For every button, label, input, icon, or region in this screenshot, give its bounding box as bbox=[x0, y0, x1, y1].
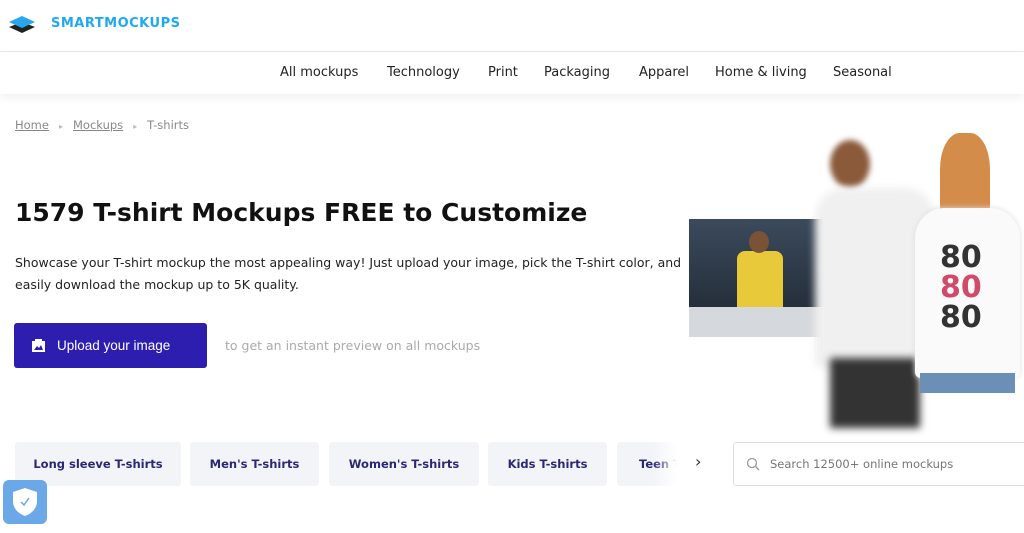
chip-teen[interactable]: Teen T-shirts bbox=[617, 442, 677, 486]
chip-mens[interactable]: Men's T-shirts bbox=[190, 442, 319, 486]
separator-icon: ▸ bbox=[58, 122, 63, 131]
nav-seasonal[interactable]: Seasonal bbox=[833, 65, 892, 80]
search-box bbox=[733, 442, 1024, 486]
image-icon bbox=[32, 339, 45, 352]
upload-hint: to get an instant preview on all mockups bbox=[225, 338, 481, 353]
breadcrumb-home[interactable]: Home bbox=[15, 118, 49, 132]
page-description: Showcase your T-shirt mockup the most ap… bbox=[15, 255, 682, 292]
nav-apparel[interactable]: Apparel bbox=[639, 65, 689, 80]
search-icon bbox=[746, 457, 760, 471]
upload-image-button[interactable]: Upload your image bbox=[14, 323, 207, 368]
shield-check-icon bbox=[13, 488, 37, 516]
chevron-right-icon[interactable]: › bbox=[695, 452, 701, 471]
top-bar: SMARTMOCKUPS bbox=[0, 0, 1024, 52]
logo-icon[interactable] bbox=[8, 14, 36, 36]
chip-womens[interactable]: Women's T-shirts bbox=[329, 442, 479, 486]
privacy-shield-button[interactable] bbox=[3, 480, 47, 524]
nav-print[interactable]: Print bbox=[488, 65, 518, 80]
chip-kids[interactable]: Kids T-shirts bbox=[488, 442, 607, 486]
main-nav: All mockups Technology Print Packaging A… bbox=[0, 52, 1024, 94]
nav-packaging[interactable]: Packaging bbox=[544, 65, 610, 80]
breadcrumb-mockups[interactable]: Mockups bbox=[73, 118, 123, 132]
breadcrumb-current: T-shirts bbox=[147, 118, 189, 132]
hero-photo-models: 80 80 80 bbox=[810, 128, 1024, 428]
nav-all-mockups[interactable]: All mockups bbox=[280, 65, 358, 80]
search-input[interactable] bbox=[770, 457, 1010, 471]
nav-technology[interactable]: Technology bbox=[387, 65, 460, 80]
brand-name[interactable]: SMARTMOCKUPS bbox=[51, 16, 180, 31]
hero-photo-man bbox=[689, 219, 829, 337]
breadcrumb: Home ▸ Mockups ▸ T-shirts bbox=[15, 118, 189, 132]
nav-home-living[interactable]: Home & living bbox=[715, 65, 807, 80]
upload-label: Upload your image bbox=[57, 338, 171, 353]
page-title: 1579 T-shirt Mockups FREE to Customize bbox=[15, 198, 588, 227]
separator-icon: ▸ bbox=[133, 122, 138, 131]
